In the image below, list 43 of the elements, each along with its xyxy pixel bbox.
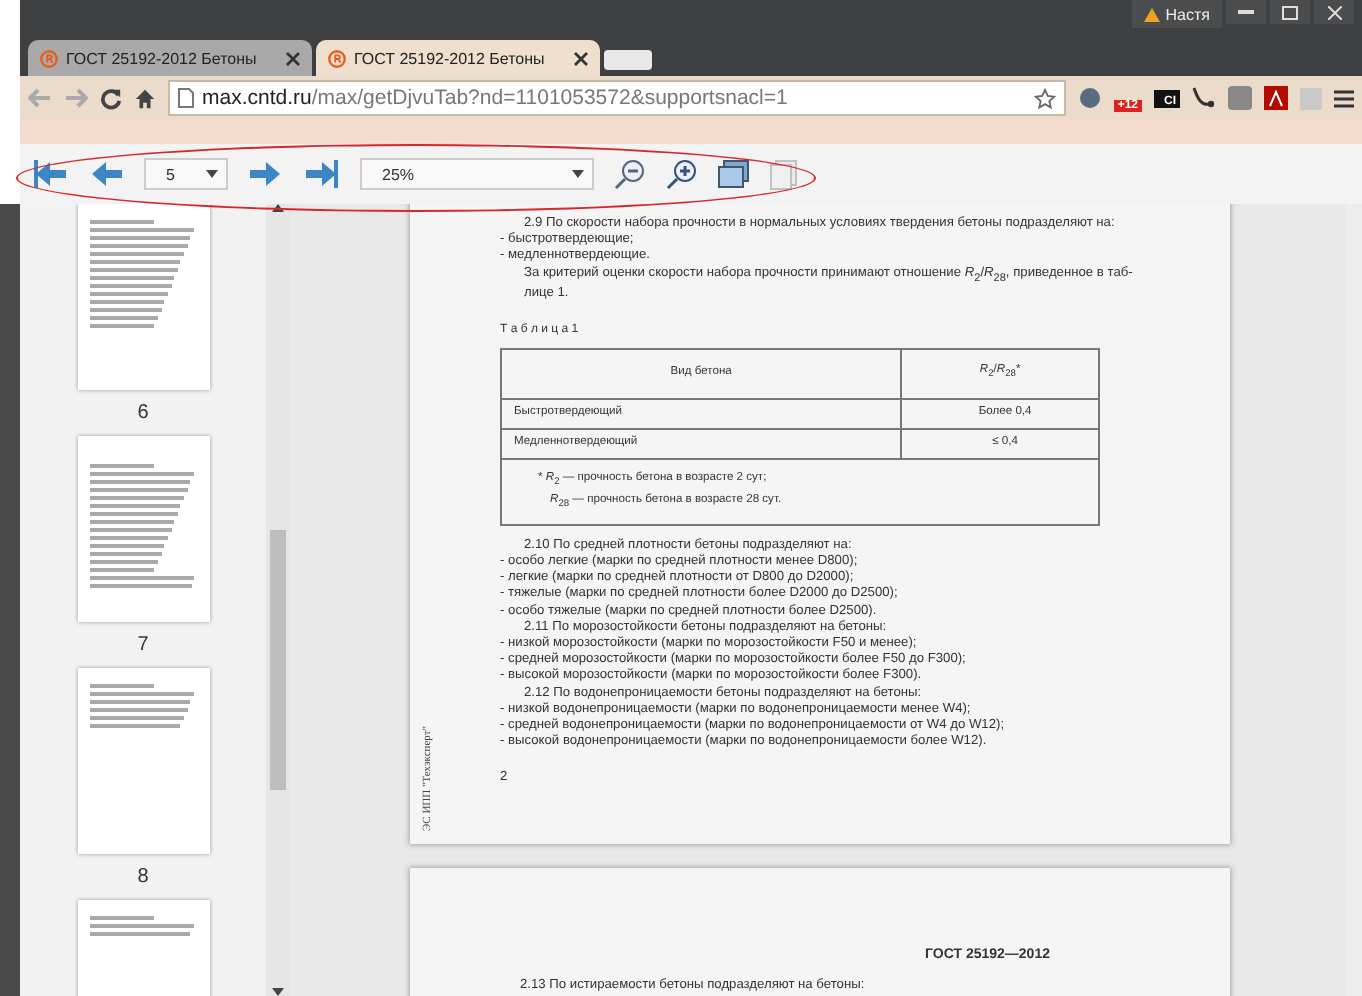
url-text: max.cntd.ru/max/getDjvuTab?nd=1101053572&supportsnacl=1 xyxy=(202,86,788,110)
caret-icon xyxy=(206,170,218,178)
image-view-icon[interactable] xyxy=(718,159,750,189)
tab-close-icon[interactable] xyxy=(286,51,300,65)
page-number-label: 6 xyxy=(137,402,149,424)
warning-icon xyxy=(1143,7,1160,21)
zoom-out-icon[interactable] xyxy=(614,158,646,190)
page-number-label: 8 xyxy=(137,866,149,888)
close-button[interactable] xyxy=(1314,0,1354,24)
page-thumbnail[interactable] xyxy=(77,668,209,854)
address-field[interactable]: max.cntd.ru/max/getDjvuTab?nd=1101053572&supportsnacl=1 xyxy=(168,80,1066,116)
menu-icon[interactable] xyxy=(1334,89,1354,107)
user-name: Настя xyxy=(1165,5,1210,23)
site-logo-icon xyxy=(328,49,346,67)
bookmark-star-icon[interactable] xyxy=(1033,87,1056,109)
page-select[interactable]: 5 xyxy=(144,158,228,190)
maximize-button[interactable] xyxy=(1270,0,1310,24)
user-profile-button[interactable]: Настя xyxy=(1131,0,1222,28)
tab-close-icon[interactable] xyxy=(574,51,588,65)
page-number-label: 7 xyxy=(137,634,149,656)
zoom-select[interactable]: 25% xyxy=(360,158,594,190)
pdf-icon[interactable] xyxy=(1264,86,1288,110)
minimize-button[interactable] xyxy=(1226,0,1266,24)
home-icon[interactable] xyxy=(134,87,156,109)
first-page-icon[interactable] xyxy=(32,158,68,190)
next-page-icon[interactable] xyxy=(248,158,284,190)
browser-tab[interactable]: ГОСТ 25192-2012 Бетоны xyxy=(316,40,600,76)
browser-tab[interactable]: ГОСТ 25192-2012 Бетоны xyxy=(28,40,312,76)
zoom-in-icon[interactable] xyxy=(666,158,698,190)
close-icon xyxy=(1327,5,1341,19)
minimize-icon xyxy=(1238,10,1254,14)
scrollbar-thumb[interactable] xyxy=(270,530,286,790)
reload-icon[interactable] xyxy=(100,87,122,109)
caret-icon xyxy=(572,170,584,178)
previous-page-icon[interactable] xyxy=(88,158,124,190)
site-logo-icon xyxy=(40,49,58,67)
last-page-icon[interactable] xyxy=(304,158,340,190)
scroll-down-icon xyxy=(272,988,284,996)
page-icon xyxy=(178,88,194,108)
page-thumbnail[interactable] xyxy=(77,204,209,390)
maximize-icon xyxy=(1282,5,1298,19)
page-thumbnail[interactable] xyxy=(77,436,209,622)
scrollbar[interactable] xyxy=(266,204,290,996)
